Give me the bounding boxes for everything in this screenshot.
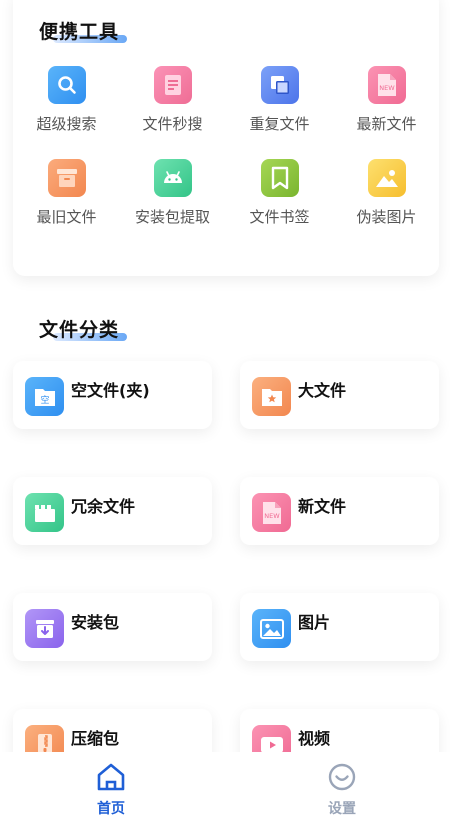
picture-icon <box>252 609 291 648</box>
category-large-files[interactable]: 大文件 <box>240 361 439 429</box>
nav-home[interactable]: 首页 <box>71 762 151 818</box>
empty-folder-icon: 空 <box>25 377 64 416</box>
bottom-nav: 首页 设置 <box>0 752 458 820</box>
tool-label: 重复文件 <box>249 115 310 133</box>
bookmark-icon <box>260 159 299 197</box>
category-label: 新文件 <box>298 497 347 516</box>
svg-text:空: 空 <box>40 394 49 406</box>
document-icon <box>153 66 192 104</box>
copy-icon <box>260 66 299 104</box>
category-packages[interactable]: 安装包 <box>13 593 212 661</box>
category-redundant-files[interactable]: 冗余文件 <box>13 477 212 545</box>
tools-card: 便携工具 超级搜索 文件秒搜 重复文件 NEW 最新文件 最旧文件 安装包提取 … <box>13 0 439 276</box>
tool-duplicate-files[interactable]: 重复文件 <box>226 66 333 134</box>
category-label: 图片 <box>298 613 331 632</box>
tool-oldest-files[interactable]: 最旧文件 <box>13 159 120 227</box>
category-label: 大文件 <box>298 381 347 400</box>
tool-disguise-image[interactable]: 伪装图片 <box>333 159 440 227</box>
nav-settings[interactable]: 设置 <box>302 762 382 818</box>
nav-settings-label: 设置 <box>328 801 356 817</box>
star-folder-icon <box>252 377 291 416</box>
tool-label: 安装包提取 <box>134 208 210 226</box>
category-label: 安装包 <box>71 613 120 632</box>
tool-label: 文件书签 <box>249 208 310 226</box>
category-label: 压缩包 <box>71 729 120 748</box>
category-empty-folders[interactable]: 空 空文件(夹) <box>13 361 212 429</box>
svg-text:NEW: NEW <box>379 84 395 92</box>
tools-section-title: 便携工具 <box>39 17 127 44</box>
tool-apk-extract[interactable]: 安装包提取 <box>119 159 226 227</box>
tool-quick-file-search[interactable]: 文件秒搜 <box>119 66 226 134</box>
tool-newest-files[interactable]: NEW 最新文件 <box>333 66 440 134</box>
category-images[interactable]: 图片 <box>240 593 439 661</box>
tool-file-bookmarks[interactable]: 文件书签 <box>226 159 333 227</box>
smile-icon <box>328 763 356 791</box>
categories-section-title: 文件分类 <box>39 315 127 342</box>
image-icon <box>367 159 406 197</box>
category-label: 空文件(夹) <box>71 381 150 400</box>
svg-text:NEW: NEW <box>264 512 280 520</box>
tool-super-search[interactable]: 超级搜索 <box>13 66 120 134</box>
tool-label: 伪装图片 <box>356 208 417 226</box>
tool-label: 最新文件 <box>356 115 417 133</box>
package-icon <box>25 609 64 648</box>
category-new-files[interactable]: NEW 新文件 <box>240 477 439 545</box>
search-icon <box>47 66 86 104</box>
new-file-icon: NEW <box>367 66 406 104</box>
android-icon <box>153 159 192 197</box>
category-label: 冗余文件 <box>71 497 136 516</box>
new-file-icon: NEW <box>252 493 291 532</box>
tool-label: 超级搜索 <box>36 115 97 133</box>
archive-icon <box>47 159 86 197</box>
category-label: 视频 <box>298 729 331 748</box>
nav-home-label: 首页 <box>97 801 125 817</box>
tool-label: 文件秒搜 <box>142 115 203 133</box>
tool-label: 最旧文件 <box>36 208 97 226</box>
redundant-file-icon <box>25 493 64 532</box>
app-screen: 便携工具 超级搜索 文件秒搜 重复文件 NEW 最新文件 最旧文件 安装包提取 … <box>0 0 458 820</box>
home-icon <box>97 763 125 791</box>
